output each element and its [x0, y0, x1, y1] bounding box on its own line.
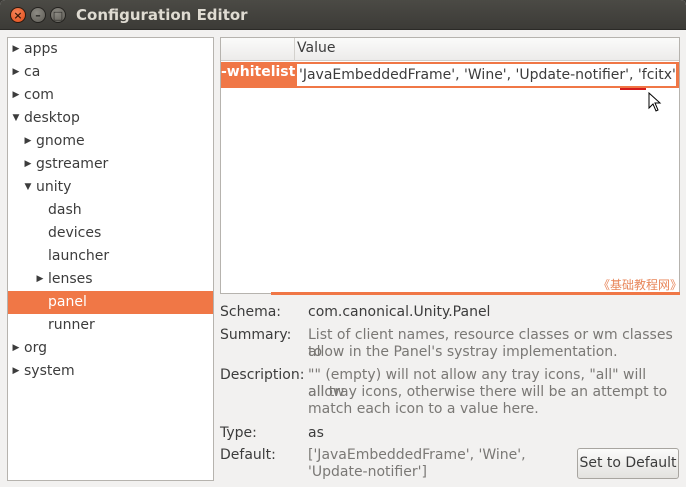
- schema-tree[interactable]: ▶ apps ▶ ca ▶ com ▼ desktop ▶ gnome ▶ gstreamer ▼ uni…: [7, 37, 214, 481]
- expander-down-icon[interactable]: ▼: [22, 176, 34, 198]
- tree-item-label: runner: [48, 317, 95, 333]
- value-column-header[interactable]: Value: [297, 40, 335, 56]
- expander-right-icon[interactable]: ▶: [10, 337, 22, 359]
- expander-right-icon[interactable]: ▶: [34, 268, 46, 290]
- value-edit-field[interactable]: 'JavaEmbeddedFrame', 'Wine', 'Update-not…: [296, 63, 677, 87]
- tree-item-gnome[interactable]: ▶ gnome: [8, 130, 213, 153]
- description-line-3: match each icon to a value here.: [308, 401, 539, 417]
- expander-right-icon[interactable]: ▶: [10, 360, 22, 382]
- maximize-icon[interactable]: □: [50, 7, 66, 23]
- tree-item-label: panel: [48, 294, 87, 310]
- minimize-icon[interactable]: –: [30, 7, 46, 23]
- tree-item-label: gstreamer: [36, 156, 109, 172]
- tree-item-label: org: [24, 340, 47, 356]
- tree-item-label: com: [24, 87, 54, 103]
- description-line-2: all tray icons, otherwise there will be …: [308, 384, 668, 400]
- key-row-selected[interactable]: -whitelist 'JavaEmbeddedFrame', 'Wine', …: [221, 62, 679, 88]
- expander-down-icon[interactable]: ▼: [10, 107, 22, 129]
- tree-item-label: launcher: [48, 248, 110, 264]
- tree-item-apps[interactable]: ▶ apps: [8, 38, 213, 61]
- set-to-default-button[interactable]: Set to Default: [577, 448, 679, 479]
- tree-item-label: lenses: [48, 271, 93, 287]
- schema-label: Schema:: [220, 304, 282, 320]
- tree-item-devices[interactable]: devices: [8, 222, 213, 245]
- tree-item-desktop[interactable]: ▼ desktop: [8, 107, 213, 130]
- default-line-1: ['JavaEmbeddedFrame', 'Wine',: [308, 447, 526, 463]
- default-label: Default:: [220, 447, 276, 463]
- tree-item-com[interactable]: ▶ com: [8, 84, 213, 107]
- close-icon[interactable]: ×: [10, 7, 26, 23]
- tree-item-gstreamer[interactable]: ▶ gstreamer: [8, 153, 213, 176]
- tree-item-runner[interactable]: runner: [8, 314, 213, 337]
- tree-item-label: unity: [36, 179, 72, 195]
- expander-right-icon[interactable]: ▶: [22, 153, 34, 175]
- tree-item-label: dash: [48, 202, 82, 218]
- expander-right-icon[interactable]: ▶: [10, 38, 22, 60]
- mouse-cursor-icon: [648, 92, 662, 112]
- expander-right-icon[interactable]: ▶: [10, 84, 22, 106]
- title-bar[interactable]: × – □ Configuration Editor: [0, 0, 686, 30]
- tree-item-label: system: [24, 363, 75, 379]
- tree-item-label: ca: [24, 64, 41, 80]
- tree-item-org[interactable]: ▶ org: [8, 337, 213, 360]
- key-list-header: Value: [221, 38, 679, 61]
- watermark: 《基础教程网》: [598, 278, 683, 292]
- tree-item-ca[interactable]: ▶ ca: [8, 61, 213, 84]
- tree-item-label: desktop: [24, 110, 80, 126]
- schema-value: com.canonical.Unity.Panel: [308, 304, 491, 320]
- pane-splitter[interactable]: [271, 292, 680, 295]
- tree-item-launcher[interactable]: launcher: [8, 245, 213, 268]
- summary-label: Summary:: [220, 327, 292, 343]
- annotation-underline: [620, 88, 646, 90]
- default-line-2: 'Update-notifier']: [308, 464, 427, 480]
- window-title: Configuration Editor: [76, 6, 248, 24]
- tree-item-label: devices: [48, 225, 102, 241]
- description-label: Description:: [220, 367, 305, 383]
- tree-item-panel[interactable]: panel: [8, 291, 213, 314]
- tree-item-system[interactable]: ▶ system: [8, 360, 213, 383]
- type-value: as: [308, 425, 324, 441]
- tree-item-lenses[interactable]: ▶ lenses: [8, 268, 213, 291]
- config-editor-window: × – □ Configuration Editor ▶ apps ▶ ca ▶ com ▼…: [0, 0, 686, 487]
- tree-item-unity[interactable]: ▼ unity: [8, 176, 213, 199]
- tree-item-label: gnome: [36, 133, 85, 149]
- expander-right-icon[interactable]: ▶: [10, 61, 22, 83]
- tree-item-dash[interactable]: dash: [8, 199, 213, 222]
- key-name: -whitelist: [221, 64, 295, 80]
- key-list[interactable]: Value -whitelist 'JavaEmbeddedFrame', 'W…: [220, 37, 680, 294]
- summary-line-2: allow in the Panel's systray implementat…: [308, 344, 618, 360]
- type-label: Type:: [220, 425, 257, 441]
- tree-item-label: apps: [24, 41, 58, 57]
- expander-right-icon[interactable]: ▶: [22, 130, 34, 152]
- name-column-header[interactable]: [221, 38, 295, 61]
